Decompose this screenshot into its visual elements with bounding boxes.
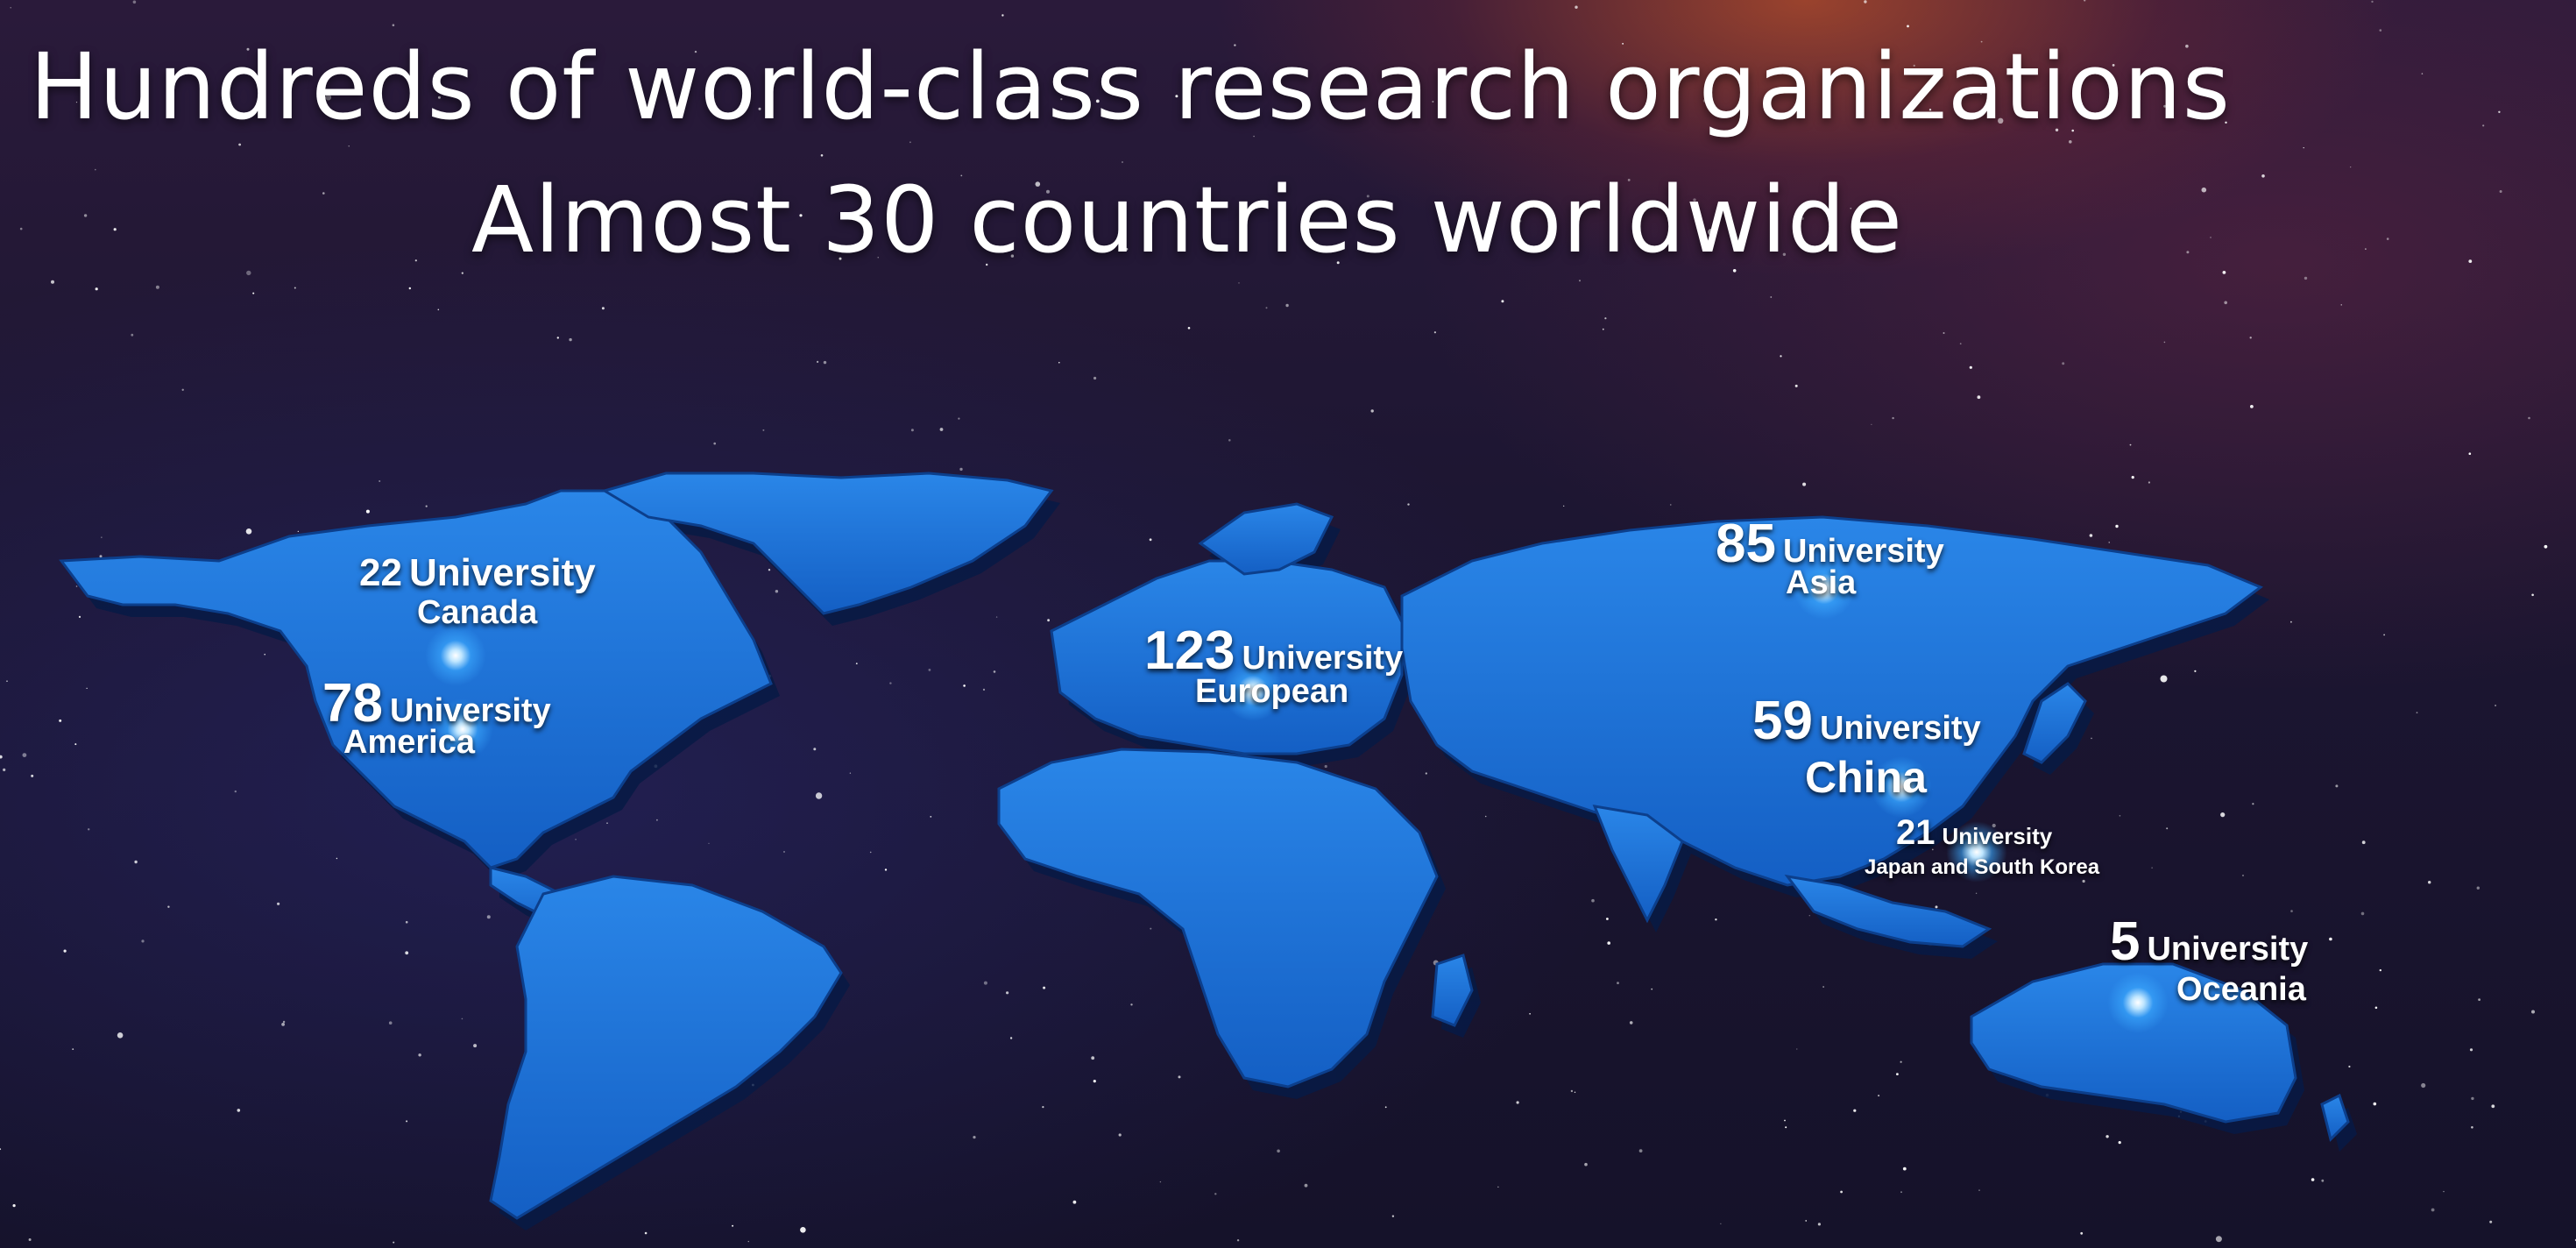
region-count: 22	[359, 551, 402, 594]
region-unit: University	[1942, 823, 2053, 849]
region-name: America	[343, 724, 475, 761]
region-label-asia: 85 University Asia	[1716, 514, 1944, 601]
region-label-oceania: 5 University Oceania	[2110, 915, 2309, 1008]
region-unit: University	[2147, 931, 2309, 968]
southeast-asia-landmass	[1784, 874, 1992, 948]
region-unit: University	[1242, 640, 1404, 677]
region-count: 59	[1752, 691, 1813, 751]
region-label-america: 78 University America	[322, 677, 551, 761]
region-name: Japan and South Korea	[1865, 855, 2100, 879]
region-label-canada: 22 University Canada	[359, 551, 596, 631]
region-unit: University	[408, 551, 596, 594]
region-count: 21	[1896, 813, 1936, 852]
region-count: 123	[1144, 620, 1235, 681]
region-unit: University	[1819, 710, 1981, 747]
region-name: European	[1195, 673, 1349, 710]
region-name: China	[1805, 753, 1927, 802]
region-name: Oceania	[2176, 971, 2306, 1008]
region-count: 85	[1716, 514, 1776, 574]
region-label-japan-korea: 21 University Japan and South Korea	[1865, 815, 2099, 878]
slide-stage: Hundreds of world-class research organiz…	[0, 0, 2576, 1248]
region-label-china: 59 University China	[1752, 691, 1981, 802]
region-name: Asia	[1786, 564, 1857, 601]
headline-line-1: Hundreds of world-class research organiz…	[30, 33, 2231, 140]
region-name: Canada	[417, 594, 538, 631]
region-count: 5	[2110, 911, 2141, 972]
headline-line-2: Almost 30 countries worldwide	[471, 167, 1903, 273]
region-label-europe: 123 University European	[1144, 624, 1404, 710]
